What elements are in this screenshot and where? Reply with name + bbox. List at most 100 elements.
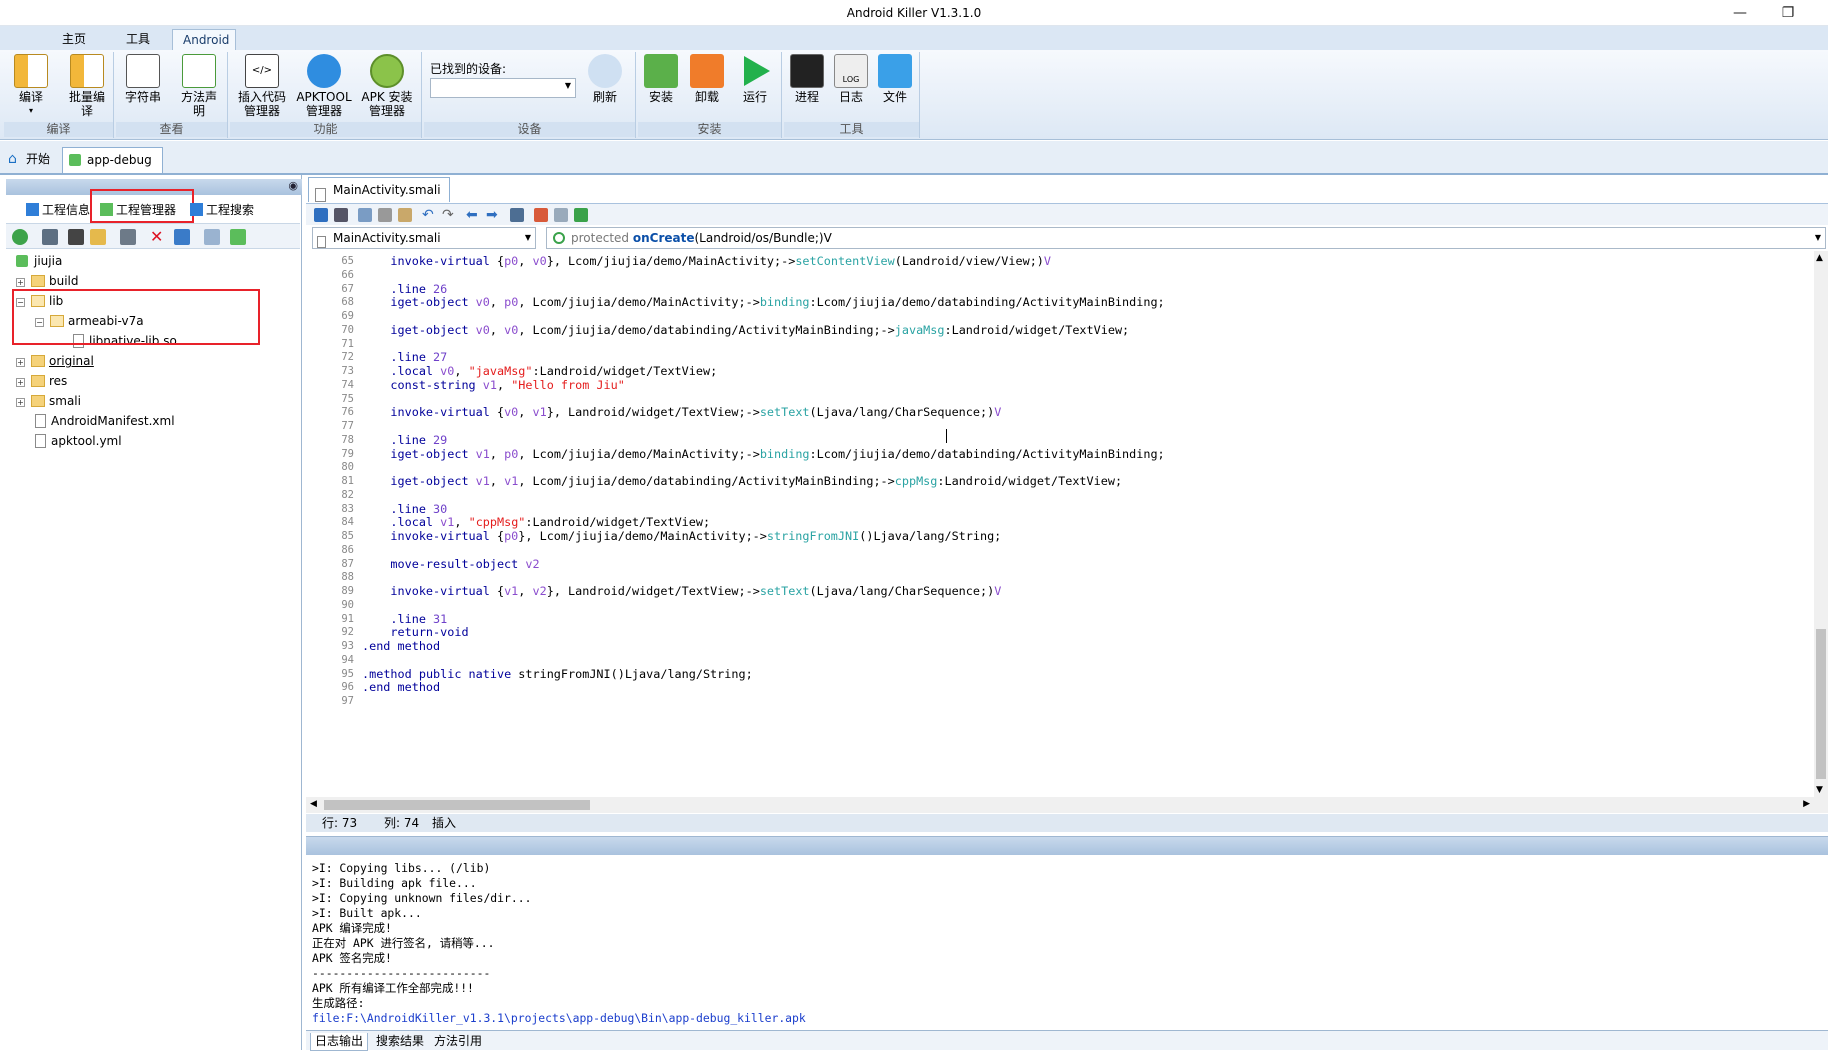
tab-search-results[interactable]: 搜索结果 [372,1033,428,1051]
search-icon [190,203,203,216]
minimize-icon[interactable]: — [1720,2,1760,24]
editor: MainActivity.smali ↶ ↷ ⬅ ➡ MainActivity.… [306,175,1828,830]
cmd-icon[interactable] [68,229,84,245]
log-line: >I: Built apk... [312,906,422,920]
code-insert-manager-button[interactable]: </> 插入代码 管理器 [232,54,292,118]
delete-icon[interactable]: ✕ [150,229,166,245]
rename-icon[interactable] [174,229,190,245]
android-icon[interactable] [230,229,246,245]
apktool-manager-button[interactable]: APKTOOL 管理器 [294,54,354,118]
tab-start[interactable]: ⌂ 开始 [2,147,60,173]
strings-button[interactable]: 字符串 [118,54,168,118]
cursor-col: 列: 74 [384,816,420,830]
code-text: move-result-object v2 [390,556,540,571]
batch-compile-button[interactable]: 批量编 译 [62,54,112,118]
tab-project-info[interactable]: 工程信息 [22,199,90,221]
forward-icon[interactable]: ➡ [486,208,500,222]
tree-item[interactable]: apktool.yml [35,431,122,451]
horizontal-scrollbar[interactable]: ◀ ▶ [306,797,1828,813]
device-select[interactable]: ▼ [430,78,576,98]
copy-icon[interactable] [358,208,372,222]
eye-icon[interactable]: ◉ [288,179,298,192]
strings-icon [126,54,160,88]
apktool-icon [307,54,341,88]
uninstall-button[interactable]: 卸载 [684,54,730,118]
apk-install-manager-button[interactable]: APK 安装 管理器 [356,54,418,118]
process-button[interactable]: 进程 [786,54,828,118]
code-area[interactable]: 65 invoke-virtual {p0, v0}, Lcom/jiujia/… [306,251,1814,797]
scroll-up-icon[interactable]: ▲ [1816,253,1823,263]
tab-mainactivity-smali[interactable]: MainActivity.smali [308,177,450,202]
cursor-row: 行: 73 [322,816,358,830]
scroll-down-icon[interactable]: ▼ [1816,785,1823,795]
expand-icon[interactable]: + [16,378,25,387]
tree-item[interactable]: jiujia [16,251,62,271]
ribbon-group-label: 查看 [116,122,227,137]
log-line: 正在对 APK 进行签名, 请稍等... [312,936,495,950]
refresh-icon[interactable] [12,229,28,245]
tree-item[interactable]: + smali [16,391,81,411]
batch-compile-icon [70,54,104,88]
tab-android[interactable]: Android [172,29,236,50]
tree-icon[interactable] [574,208,588,222]
log-line: APK 所有编译工作全部完成!!! [312,981,474,995]
save-icon[interactable] [334,208,348,222]
refresh-button[interactable]: 刷新 [580,54,630,118]
ribbon-group-label: 工具 [784,122,919,137]
folder-icon [31,395,45,407]
expand-icon[interactable]: + [16,398,25,407]
code-text: invoke-virtual {v1, v2}, Landroid/widget… [390,584,1002,598]
list-icon[interactable] [554,208,568,222]
vertical-scrollbar[interactable]: ▲ ▼ [1814,251,1828,797]
code-icon: </> [245,54,279,88]
back-icon[interactable]: ⬅ [466,208,480,222]
expand-icon[interactable]: + [16,278,25,287]
log-button[interactable]: LOG 日志 [830,54,872,118]
run-button[interactable]: 运行 [732,54,778,118]
file-icon [317,231,331,251]
cut-icon[interactable] [378,208,392,222]
method-declaration-icon [182,54,216,88]
android-icon [370,54,404,88]
expand-icon[interactable]: + [16,358,25,367]
method-select[interactable]: protected onCreate(Landroid/os/Bundle;)V… [546,227,1826,249]
terminal-icon [790,54,824,88]
tab-project-search[interactable]: 工程搜索 [186,199,254,221]
install-button[interactable]: 安装 [638,54,684,118]
output-log: >I: Copying libs... (/lib) >I: Building a… [312,861,806,1026]
book-icon[interactable] [120,229,136,245]
tree-item[interactable]: + build [16,271,79,291]
open-icon[interactable] [42,229,58,245]
method-declaration-button[interactable]: 方法声 明 [174,54,224,118]
undo-icon[interactable]: ↶ [422,208,436,222]
scroll-thumb[interactable] [324,800,590,810]
file-button[interactable]: 文件 [874,54,916,118]
tab-home[interactable]: 主页 [52,29,96,50]
log-line: >I: Copying libs... (/lib) [312,861,491,875]
ribbon-group-tools: 进程 LOG 日志 文件 工具 [784,52,920,138]
tab-log-output[interactable]: 日志输出 [310,1033,369,1051]
tab-tools[interactable]: 工具 [116,29,160,50]
tree-item[interactable]: + original [16,351,94,371]
scroll-right-icon[interactable]: ▶ [1803,799,1810,809]
class-select[interactable]: MainActivity.smali ▼ [312,227,536,249]
redo-icon[interactable]: ↷ [442,208,456,222]
play-icon [738,54,772,88]
restore-icon[interactable]: ❐ [1768,2,1808,24]
tree-item[interactable]: AndroidManifest.xml [35,411,175,431]
tab-method-references[interactable]: 方法引用 [430,1033,486,1051]
install-icon [644,54,678,88]
code-text: iget-object v1, p0, Lcom/jiujia/demo/Mai… [390,446,1165,461]
format-icon[interactable] [510,208,524,222]
lock-icon[interactable] [314,208,328,222]
paste-icon[interactable] [398,208,412,222]
scroll-thumb[interactable] [1816,629,1826,779]
explore-icon[interactable] [90,229,106,245]
scroll-left-icon[interactable]: ◀ [310,799,317,809]
log-line: >I: Building apk file... [312,876,477,890]
compile-button[interactable]: 编译 ▾ [6,54,56,118]
tab-app-debug[interactable]: app-debug [62,147,163,173]
text-icon[interactable] [204,229,220,245]
tree-item[interactable]: + res [16,371,67,391]
java-icon[interactable] [534,208,548,222]
